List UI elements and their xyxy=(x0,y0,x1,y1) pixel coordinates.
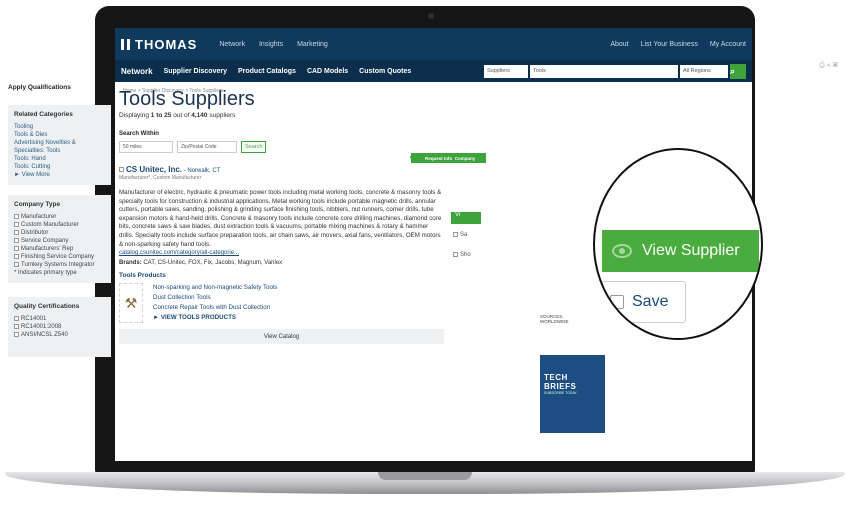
company-type-option[interactable]: Turnkey Systems Integrator xyxy=(14,261,105,269)
search-bar: Suppliers Tools All Regions ⌕ xyxy=(484,63,746,79)
secondary-nav: Network Supplier Discovery Product Catal… xyxy=(115,60,752,82)
company-type-option[interactable]: Service Company xyxy=(14,237,105,245)
nav-network[interactable]: Network xyxy=(219,41,245,48)
product-link[interactable]: Dust Collection Tools xyxy=(153,293,277,303)
page-title: Tools Suppliers xyxy=(119,88,255,110)
results-count: Displaying 1 to 25 out of 4,140 supplier… xyxy=(119,112,236,119)
company-type-filter: Company Type Manufacturer Custom Manufac… xyxy=(8,195,111,283)
primary-type-note: * Indicates primary type xyxy=(14,270,77,276)
quality-title: Quality Certifications xyxy=(14,303,80,310)
search-type-select[interactable]: Suppliers xyxy=(484,64,528,78)
product-link[interactable]: Non-sparking and Non-magnetic Safety Too… xyxy=(153,283,277,293)
related-item[interactable]: Tools: Cutting xyxy=(14,163,105,171)
brands: Brands: CAT, CS-Unitec, FOX, Fix, Jacobs… xyxy=(119,260,283,267)
nav-list-business[interactable]: List Your Business xyxy=(641,41,698,48)
nav-about[interactable]: About xyxy=(610,41,628,48)
checkbox[interactable] xyxy=(119,167,124,173)
company-type-option[interactable]: Finishing Service Company xyxy=(14,253,105,261)
search-within-label: Search Within xyxy=(119,131,159,137)
supplier-card: CS Unitec, Inc. - Norwalk, CT Manufactur… xyxy=(119,165,444,345)
nav-product-catalogs[interactable]: Product Catalogs xyxy=(238,68,296,75)
search-within-button[interactable]: Search xyxy=(241,141,267,153)
nav-insights[interactable]: Insights xyxy=(259,41,283,48)
camera-icon xyxy=(428,13,434,19)
view-supplier-button-small[interactable]: Vi xyxy=(451,212,481,224)
search-within-row: 50 miles Zip/Postal Code Search xyxy=(119,141,519,153)
supplier-type: Manufacturer*, Custom Manufacturer xyxy=(119,175,202,181)
drill-icon: ⚒ xyxy=(119,283,143,324)
view-supplier-button[interactable]: View Supplier xyxy=(602,230,759,272)
checkbox[interactable] xyxy=(14,237,19,243)
sidebar-heading: Apply Qualifications xyxy=(8,84,71,91)
checkmark-icon: ✔ xyxy=(409,151,419,163)
nav-network-label[interactable]: Network xyxy=(121,67,153,76)
share-icons[interactable]: ⎙ ⋖ ▣ xyxy=(819,62,838,70)
quality-option[interactable]: RC14001:2008 xyxy=(14,323,105,331)
quality-option[interactable]: RC14001 xyxy=(14,315,105,323)
thomas-logo[interactable]: THOMAS xyxy=(121,37,197,52)
checkbox[interactable] xyxy=(14,221,19,227)
checkbox[interactable] xyxy=(14,229,19,235)
search-input[interactable]: Tools xyxy=(530,64,678,78)
laptop-notch xyxy=(378,472,472,480)
checkbox[interactable] xyxy=(14,213,19,219)
ad-caption: SOURCES, WORLDWIDE xyxy=(540,314,605,354)
nav-marketing[interactable]: Marketing xyxy=(297,41,328,48)
related-item[interactable]: Advertising Novelties & Specialties: Too… xyxy=(14,139,105,155)
sidebar: Apply Qualifications Related Categories … xyxy=(8,84,111,365)
checkbox[interactable] xyxy=(14,315,19,321)
catalog-link[interactable]: catalog.csunitec.com/category/all-catego… xyxy=(119,250,444,256)
company-type-option[interactable]: Custom Manufacturer xyxy=(14,221,105,229)
checkbox[interactable] xyxy=(453,232,458,237)
miles-select[interactable]: 50 miles xyxy=(119,141,173,153)
nav-custom-quotes[interactable]: Custom Quotes xyxy=(359,68,411,75)
checkbox[interactable] xyxy=(14,331,19,337)
quality-option[interactable]: ANSI/NCSL Z540 xyxy=(14,331,105,339)
checkbox[interactable] xyxy=(14,253,19,259)
quality-certifications: Quality Certifications RC14001 RC14001:2… xyxy=(8,297,111,357)
related-categories: Related Categories Tooling Tools & Dies … xyxy=(8,105,111,185)
supplier-name[interactable]: CS Unitec, Inc. - Norwalk, CT xyxy=(119,165,444,174)
top-nav: Network Insights Marketing xyxy=(219,41,339,48)
checkbox[interactable] xyxy=(453,252,458,257)
checkbox[interactable] xyxy=(14,323,19,329)
company-type-option[interactable]: Manufacturer xyxy=(14,213,105,221)
nav-my-account[interactable]: My Account xyxy=(710,41,746,48)
logo-bars-icon xyxy=(121,38,130,50)
tech-briefs-ad[interactable]: TECH BRIEFS SUBSCRIBE TODAY xyxy=(540,355,605,433)
save-button[interactable]: Save xyxy=(601,281,686,323)
company-type-title: Company Type xyxy=(14,201,61,208)
region-select[interactable]: All Regions xyxy=(680,64,728,78)
zip-input[interactable]: Zip/Postal Code xyxy=(177,141,237,153)
supplier-description: Manufacturer of electric, hydraulic & pn… xyxy=(119,189,442,248)
nav-supplier-discovery[interactable]: Supplier Discovery xyxy=(164,68,227,75)
search-icon: ⌕ xyxy=(729,65,736,76)
nav-cad-models[interactable]: CAD Models xyxy=(307,68,348,75)
related-categories-title: Related Categories xyxy=(14,111,73,118)
products-title[interactable]: Tools Products xyxy=(119,272,444,279)
top-bar: THOMAS Network Insights Marketing About … xyxy=(115,28,752,60)
view-products-link[interactable]: ► VIEW TOOLS PRODUCTS xyxy=(153,313,277,323)
search-button[interactable]: ⌕ xyxy=(729,63,746,79)
checkbox[interactable] xyxy=(14,245,19,251)
product-link[interactable]: Concrete Repair Tools with Dust Collecti… xyxy=(153,303,277,313)
company-type-option[interactable]: Distributor xyxy=(14,229,105,237)
eye-icon xyxy=(612,244,632,258)
related-item[interactable]: Tools & Dies xyxy=(14,131,105,139)
top-right-nav: About List Your Business My Account xyxy=(610,41,746,48)
company-type-option[interactable]: Manufacturers' Rep xyxy=(14,245,105,253)
save-button-small[interactable]: Sa xyxy=(453,232,467,238)
add-icon xyxy=(606,295,624,309)
view-catalog-button[interactable]: View Catalog xyxy=(119,329,444,345)
view-more-link[interactable]: ► View More xyxy=(14,171,105,179)
checkbox[interactable] xyxy=(14,261,19,267)
product-list: Non-sparking and Non-magnetic Safety Too… xyxy=(153,283,277,323)
related-item[interactable]: Tooling xyxy=(14,123,105,131)
related-item[interactable]: Tools: Hand xyxy=(14,155,105,163)
products-section: ⚒ Non-sparking and Non-magnetic Safety T… xyxy=(119,283,444,324)
magnifier-callout: View Supplier Save xyxy=(593,148,763,340)
show-button-small[interactable]: Sho xyxy=(453,252,471,258)
request-info-bar[interactable]: ✔ Request Info Company xyxy=(409,151,486,163)
